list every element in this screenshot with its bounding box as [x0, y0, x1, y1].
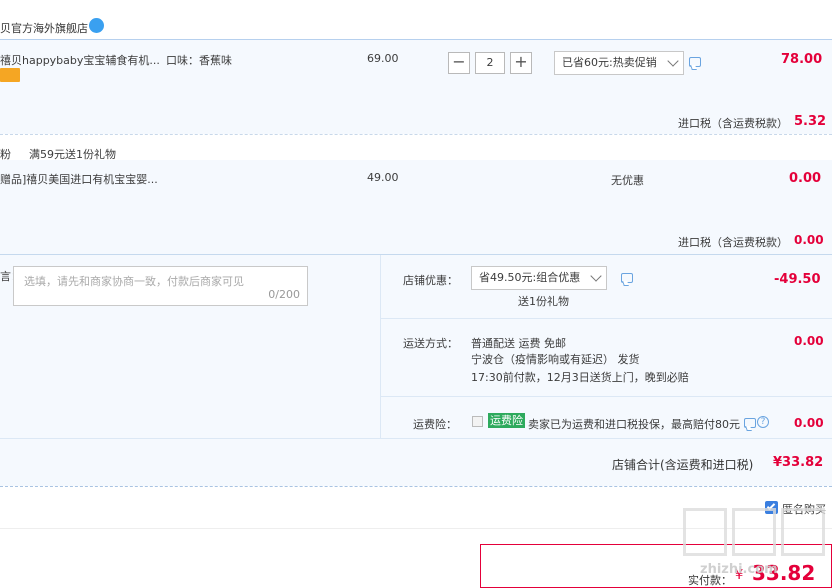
shipping-label: 运送方式：: [403, 337, 458, 350]
chat-icon[interactable]: [621, 273, 633, 283]
item2-tax-label: 进口税（含运费税款）: [678, 236, 788, 249]
help-icon[interactable]: ?: [757, 416, 769, 428]
shipping-line2: 宁波仓（疫情影响或有延迟） 发货: [471, 353, 640, 366]
item1-tax-label: 进口税（含运费税款）: [678, 117, 788, 130]
item1-promo-label: 已省60元:热卖促销: [562, 56, 657, 69]
shop-discount-label: 店铺优惠：: [403, 274, 458, 287]
insurance-label: 运费险：: [413, 418, 457, 431]
chat-icon[interactable]: [689, 57, 701, 67]
shipping-line3: 17:30前付款，12月3日送货上门，晚到必赔: [471, 371, 689, 384]
shop-total-value: ¥33.82: [773, 455, 824, 470]
shop-total-label: 店铺合计(含运费和进口税): [612, 458, 754, 472]
item1-tax-value: 5.32: [794, 114, 827, 129]
shop-discount-value: 省49.50元:组合优惠: [479, 271, 581, 284]
item1-title[interactable]: 禧贝happybaby宝宝辅食有机...: [0, 52, 160, 68]
quantity-increment-button[interactable]: +: [510, 52, 532, 74]
item1-price: 69.00: [367, 52, 399, 65]
insurance-text: 卖家已为运费和进口税投保，最高赔付80元: [528, 418, 740, 431]
message-placeholder: 选填，请先和商家协商一致，付款后商家可见: [24, 275, 244, 288]
watermark-logo: [683, 508, 825, 556]
insurance-badge: 运费险: [488, 413, 525, 428]
item2-price: 49.00: [367, 171, 399, 184]
wangwang-icon[interactable]: [89, 18, 104, 33]
item1-promo-select[interactable]: 已省60元:热卖促销: [554, 51, 684, 75]
item1-total: 78.00: [781, 52, 823, 67]
shipping-value: 0.00: [794, 334, 824, 348]
shop-name[interactable]: 贝官方海外旗舰店: [0, 20, 88, 36]
item2-promo: 无优惠: [611, 174, 644, 187]
item1-flavor: 口味：香蕉味: [166, 54, 232, 67]
shop-discount-gift: 送1份礼物: [518, 295, 569, 308]
quantity-input[interactable]: 2: [475, 52, 505, 74]
shop-discount-select[interactable]: 省49.50元:组合优惠: [471, 266, 607, 290]
chevron-down-icon: [667, 55, 679, 67]
item2-total: 0.00: [789, 171, 822, 186]
message-counter: 0/200: [268, 288, 300, 301]
card-icon: [0, 68, 20, 82]
message-input[interactable]: 选填，请先和商家协商一致，付款后商家可见 0/200: [13, 266, 308, 306]
quantity-decrement-button[interactable]: −: [448, 52, 470, 74]
item2-title[interactable]: 赠品]禧贝美国进口有机宝宝婴...: [0, 171, 158, 187]
chevron-down-icon: [590, 270, 602, 282]
insurance-value: 0.00: [794, 416, 824, 430]
item2-tax-value: 0.00: [794, 233, 824, 247]
insurance-checkbox[interactable]: [472, 416, 483, 427]
chat-icon[interactable]: [744, 418, 756, 428]
shipping-line1: 普通配送 运费 免邮: [471, 337, 566, 350]
shop-discount-amount: -49.50: [774, 272, 821, 287]
watermark-text: zhizhi.com: [700, 562, 778, 577]
